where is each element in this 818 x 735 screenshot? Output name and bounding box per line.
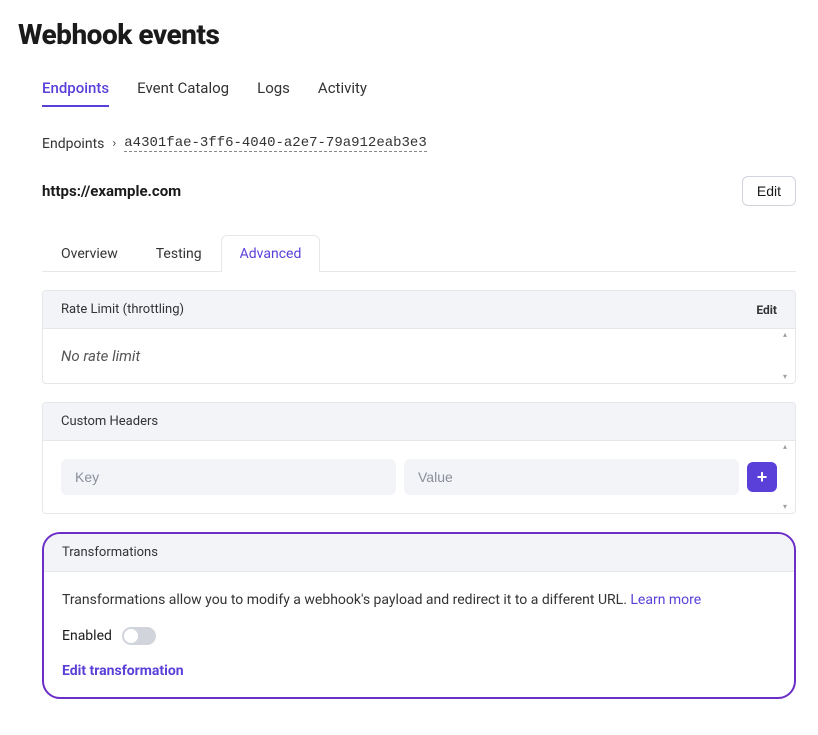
tab-testing[interactable]: Testing — [137, 235, 221, 272]
transformations-panel: Transformations Transformations allow yo… — [42, 532, 796, 699]
custom-headers-panel: Custom Headers + ▴▾ — [42, 402, 796, 514]
tab-activity[interactable]: Activity — [318, 79, 367, 107]
chevron-right-icon: › — [112, 136, 116, 151]
primary-tabs: Endpoints Event Catalog Logs Activity — [42, 79, 796, 107]
transformations-description-text: Transformations allow you to modify a we… — [62, 592, 630, 608]
tab-logs[interactable]: Logs — [257, 79, 290, 107]
custom-headers-title: Custom Headers — [61, 414, 158, 429]
breadcrumb-endpoint-id[interactable]: a4301fae-3ff6-4040-a2e7-79a912eab3e3 — [124, 135, 426, 152]
rate-limit-edit-button[interactable]: Edit — [756, 303, 777, 317]
tab-overview[interactable]: Overview — [42, 235, 137, 272]
breadcrumb-root[interactable]: Endpoints — [42, 136, 104, 152]
learn-more-link[interactable]: Learn more — [630, 592, 701, 608]
tab-endpoints[interactable]: Endpoints — [42, 79, 109, 107]
rate-limit-title: Rate Limit (throttling) — [61, 302, 184, 317]
tab-event-catalog[interactable]: Event Catalog — [137, 79, 229, 107]
rate-limit-empty-text: No rate limit — [61, 347, 777, 365]
secondary-tabs: Overview Testing Advanced — [42, 234, 796, 272]
scrollbar-icon[interactable]: ▴▾ — [783, 331, 793, 381]
endpoint-header: https://example.com Edit — [42, 176, 796, 206]
rate-limit-panel: Rate Limit (throttling) Edit No rate lim… — [42, 290, 796, 384]
scrollbar-icon[interactable]: ▴▾ — [783, 443, 793, 511]
add-header-button[interactable]: + — [747, 462, 777, 492]
header-value-input[interactable] — [404, 459, 739, 495]
breadcrumb: Endpoints › a4301fae-3ff6-4040-a2e7-79a9… — [42, 135, 796, 152]
edit-endpoint-button[interactable]: Edit — [742, 176, 796, 206]
endpoint-url: https://example.com — [42, 182, 181, 200]
page-title: Webhook events — [18, 18, 800, 51]
custom-headers-header: Custom Headers — [43, 403, 795, 441]
rate-limit-header: Rate Limit (throttling) Edit — [43, 291, 795, 329]
header-key-input[interactable] — [61, 459, 396, 495]
edit-transformation-link[interactable]: Edit transformation — [62, 663, 776, 679]
transformations-body: Transformations allow you to modify a we… — [44, 572, 794, 697]
tab-advanced[interactable]: Advanced — [221, 235, 321, 272]
rate-limit-body: No rate limit ▴▾ — [43, 329, 795, 383]
header-input-row: + — [61, 459, 777, 495]
enabled-toggle[interactable] — [122, 627, 156, 645]
transformations-header: Transformations — [44, 534, 794, 572]
transformations-description: Transformations allow you to modify a we… — [62, 590, 776, 611]
transformations-title: Transformations — [62, 545, 158, 560]
enabled-label: Enabled — [62, 628, 112, 644]
transformations-enabled-row: Enabled — [62, 627, 776, 645]
custom-headers-body: + ▴▾ — [43, 441, 795, 513]
